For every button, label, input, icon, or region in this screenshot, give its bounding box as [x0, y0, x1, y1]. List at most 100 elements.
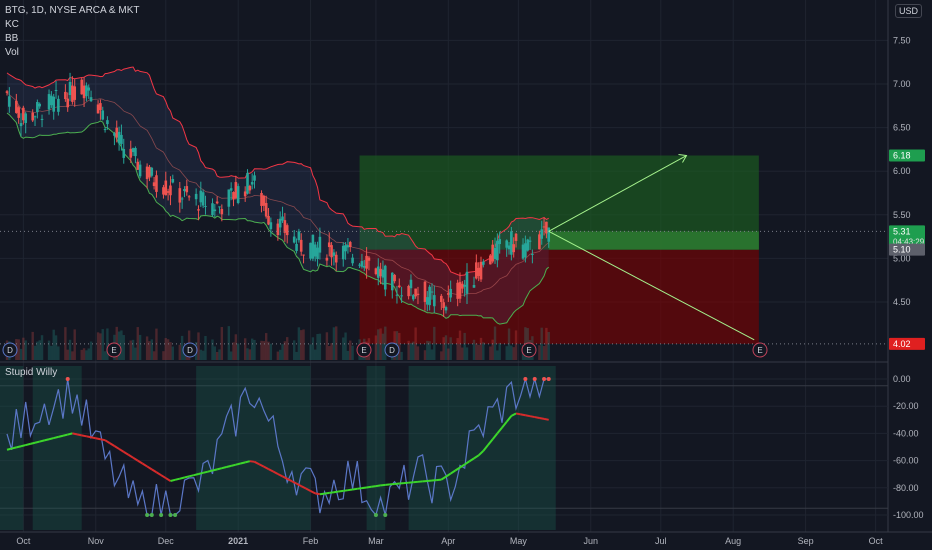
- candle-body: [411, 295, 415, 300]
- price-label-text: 6.18: [893, 151, 911, 161]
- volume-bar: [229, 351, 233, 360]
- volume-bar: [248, 349, 252, 360]
- volume-bar: [164, 338, 167, 360]
- currency-button[interactable]: USD: [894, 4, 922, 18]
- candle-body: [383, 265, 387, 290]
- volume-bar: [440, 351, 443, 360]
- volume-bar: [335, 326, 338, 360]
- volume-bar: [430, 349, 434, 360]
- volume-bar: [423, 350, 427, 360]
- candle-body: [47, 94, 51, 110]
- sub-panel-title[interactable]: Stupid Willy: [5, 367, 57, 378]
- candle-body: [89, 97, 93, 102]
- candle-body: [253, 175, 256, 181]
- signal-line-segment: [76, 433, 82, 437]
- volume-bar: [493, 326, 497, 360]
- volume-bar: [475, 343, 478, 360]
- marker-label: D: [389, 346, 395, 355]
- candle-body: [381, 269, 385, 278]
- signal-line-segment: [48, 437, 54, 441]
- signal-line-segment: [58, 434, 64, 438]
- overbought-dot: [65, 377, 70, 381]
- signal-line-segment: [352, 487, 358, 491]
- candle-body: [180, 198, 184, 200]
- volume-bar: [215, 351, 219, 360]
- volume-bar: [246, 348, 249, 360]
- candle-body: [360, 261, 364, 267]
- candle-body: [204, 205, 207, 207]
- volume-bar: [80, 349, 83, 360]
- volume-bar: [342, 337, 345, 360]
- candle-body: [101, 110, 105, 120]
- signal-line-segment: [44, 438, 50, 442]
- candle-body: [311, 234, 315, 259]
- osc-tick-label: -100.00: [893, 510, 924, 520]
- time-tick-label: Apr: [441, 536, 455, 546]
- signal-line-segment: [539, 417, 545, 420]
- candle-body: [260, 192, 263, 206]
- overbought-dot: [523, 377, 528, 381]
- candle-body: [267, 215, 270, 225]
- volume-bar: [82, 348, 86, 360]
- candle-body: [545, 221, 548, 234]
- overbought-dot: [546, 377, 551, 381]
- signal-line-segment: [6, 447, 12, 451]
- volume-bar: [40, 335, 44, 360]
- oversold-dot: [373, 513, 378, 517]
- candle-body: [185, 186, 189, 193]
- oversold-dot: [159, 513, 164, 517]
- volume-bar: [472, 339, 476, 360]
- signal-line-segment: [39, 439, 45, 443]
- candle-body: [201, 192, 205, 206]
- candle-body: [367, 257, 371, 261]
- candle-body: [120, 134, 123, 144]
- candle-body: [171, 178, 175, 183]
- signal-line-segment: [529, 415, 535, 419]
- time-tick-label: Nov: [88, 536, 105, 546]
- candle-body: [540, 229, 544, 239]
- volume-bar: [505, 346, 508, 360]
- volume-bar: [482, 342, 485, 360]
- volume-bar: [218, 349, 221, 360]
- time-tick-label: Jul: [655, 536, 667, 546]
- candle-body: [482, 261, 485, 265]
- candle-body: [122, 148, 126, 158]
- candle-body: [292, 236, 296, 243]
- candle-body: [215, 201, 219, 204]
- indicator-vol[interactable]: Vol: [5, 46, 139, 60]
- candle-body: [136, 161, 140, 170]
- oversold-dot: [383, 513, 388, 517]
- candle-body: [461, 283, 464, 289]
- volume-bar: [17, 339, 20, 360]
- price-chart[interactable]: Oct Nov Dec 2021 Feb Mar Apr May Jun Jul Aug Sep Oct…: [0, 0, 932, 550]
- signal-line-segment: [193, 473, 199, 477]
- candle-body: [547, 227, 551, 242]
- volume-bar: [538, 345, 541, 360]
- volume-bar: [491, 339, 494, 360]
- time-tick-label: Dec: [158, 536, 175, 546]
- candle-body: [24, 113, 27, 123]
- volume-bar: [199, 349, 203, 360]
- volume-bar: [297, 327, 301, 360]
- signal-line-segment: [244, 460, 251, 464]
- candle-body: [17, 107, 20, 118]
- indicator-bb[interactable]: BB: [5, 32, 139, 46]
- candle-body: [346, 245, 350, 248]
- candle-body: [8, 96, 11, 107]
- volume-bar: [433, 326, 436, 360]
- marker-label: E: [757, 346, 762, 355]
- candle-body: [278, 218, 282, 228]
- symbol-title[interactable]: BTG, 1D, NYSE ARCA & MKT: [5, 4, 139, 18]
- volume-bar: [52, 329, 55, 360]
- indicator-kc[interactable]: KC: [5, 18, 139, 32]
- volume-bar: [286, 337, 289, 360]
- volume-bar: [400, 351, 403, 360]
- candle-body: [148, 166, 151, 178]
- volume-bar: [545, 327, 548, 360]
- candle-body: [187, 196, 191, 198]
- candle-body: [390, 272, 394, 291]
- volume-bar: [89, 341, 93, 360]
- candle-body: [211, 203, 214, 216]
- signal-line-segment: [240, 461, 246, 465]
- candle-body: [414, 288, 417, 297]
